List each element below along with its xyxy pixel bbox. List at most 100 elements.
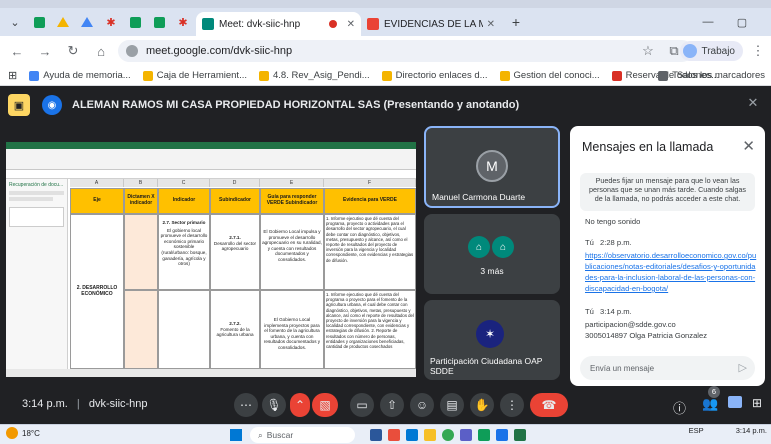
message-time: 2:28 p.m. (600, 238, 632, 247)
bookmark-item[interactable]: Directorio enlaces d... (381, 70, 488, 81)
sheets-tab-icon[interactable] (126, 13, 144, 31)
taskbar-app-icon[interactable] (370, 429, 382, 441)
unpin-icon[interactable]: ✕ (743, 95, 763, 115)
info-icon[interactable]: ⓘ (673, 398, 686, 417)
close-icon[interactable]: ✕ (742, 137, 755, 155)
microphone-button[interactable]: 🎙 (262, 393, 286, 417)
header-cell: Eje (70, 188, 124, 214)
taskbar-app-icon[interactable] (478, 429, 490, 441)
participant-tile-manuel[interactable]: M Manuel Carmona Duarte (424, 126, 560, 208)
drive-tab-icon[interactable] (54, 13, 72, 31)
column-header: E (260, 179, 324, 187)
pinned-app-icon[interactable]: ✱ (102, 13, 120, 31)
app-icon-1[interactable] (30, 13, 48, 31)
pinned-app-icon (611, 70, 622, 81)
message-line: participacion@sdde.gov.co (585, 320, 676, 329)
taskbar-search-label: Buscar (266, 430, 294, 440)
gmail-favicon-icon (367, 18, 379, 30)
layout-button[interactable]: ▤ (440, 393, 464, 417)
folder-icon (658, 70, 669, 81)
close-tab-icon[interactable]: ✕ (487, 19, 495, 30)
recovery-title: Recuperación de docu... (9, 182, 64, 188)
profile-label: Trabajo (701, 45, 735, 57)
more-options-button[interactable]: ⋮ (500, 393, 524, 417)
send-icon[interactable]: ▷ (739, 361, 747, 374)
drive-icon (259, 70, 269, 81)
taskbar-search[interactable]: ⌕ Buscar (250, 427, 355, 443)
taskbar-app-icon[interactable] (424, 429, 436, 441)
weather-icon (6, 427, 18, 439)
present-button[interactable]: ⇧ (380, 393, 404, 417)
header-cell: Subindicador (210, 188, 260, 214)
indicador-title: 2.7. Sector primario (162, 220, 206, 225)
maximize-icon[interactable]: ▢ (727, 8, 757, 36)
reload-icon[interactable]: ↻ (62, 40, 84, 62)
taskbar-app-icon[interactable] (460, 429, 472, 441)
activities-icon[interactable]: ⊞ (752, 396, 762, 410)
meeting-time: 3:14 p.m. (22, 398, 68, 410)
browser-tab-bar: ⌄ ✱ ✱ Meet: dvk-siic-hnp ✕ EVIDENCIAS DE… (0, 8, 771, 36)
taskbar-app-icon[interactable] (388, 429, 400, 441)
excel-ribbon (6, 142, 416, 170)
windows-taskbar: 18°C ⌕ Buscar ESP 3:14 p.m. (0, 424, 771, 444)
new-tab-button[interactable]: + (507, 13, 525, 31)
site-info-icon[interactable] (126, 45, 138, 57)
indicador-cell (158, 290, 210, 369)
chat-pin-note: Puedes fijar un mensaje para que lo vean… (580, 173, 755, 211)
forward-icon[interactable]: → (34, 40, 56, 62)
message-link[interactable]: https://observatorio.desarrolloeconomico… (585, 250, 757, 294)
message-line: 3005014897 Olga Patricia Gonzalez (585, 331, 708, 340)
drive-icon (142, 70, 153, 81)
chat-panel: Mensajes en la llamada ✕ Puedes fijar un… (570, 126, 765, 386)
home-icon[interactable]: ⌂ (90, 40, 112, 62)
raise-hand-button[interactable]: ✋ (470, 393, 494, 417)
participant-tile-oap[interactable]: ✶ Participación Ciudadana OAP SDDE (424, 300, 560, 380)
participant-tile-more[interactable]: ⌂ ⌂ 3 más (424, 214, 560, 294)
menu-icon[interactable]: ⋮ (747, 40, 769, 62)
people-icon[interactable]: 👥 (702, 396, 718, 412)
minimize-icon[interactable]: — (693, 8, 723, 36)
apps-grid-icon[interactable]: ⊞ (8, 69, 17, 82)
hang-up-button[interactable]: ☎ (530, 393, 568, 417)
tab-list-icon[interactable]: ⌄ (6, 13, 24, 31)
taskbar-app-icon[interactable] (496, 429, 508, 441)
chat-title: Mensajes en la llamada (582, 140, 714, 154)
header-cell: Evidencia para VERDE (324, 188, 416, 214)
profile-button[interactable]: Trabajo (680, 41, 743, 61)
drive-tab-icon-2[interactable] (78, 13, 96, 31)
presenter-avatar: ◉ (42, 95, 62, 115)
chat-icon[interactable] (728, 396, 742, 408)
excel-taskbar-icon[interactable] (514, 429, 526, 441)
sheets-tab-icon-2[interactable] (150, 13, 168, 31)
tab-meet[interactable]: Meet: dvk-siic-hnp ✕ (196, 12, 361, 36)
close-tab-icon[interactable]: ✕ (347, 19, 355, 30)
bookmark-star-icon[interactable]: ☆ (637, 40, 659, 62)
url-field[interactable]: meet.google.com/dvk-siic-hnp (118, 40, 693, 62)
back-icon[interactable]: ← (6, 40, 28, 62)
column-header: A (70, 179, 124, 187)
emoji-button[interactable]: ☺ (410, 393, 434, 417)
all-bookmarks[interactable]: Todos los marcadores (658, 70, 765, 81)
captions-button[interactable]: ▭ (350, 393, 374, 417)
weather-widget[interactable]: 18°C (6, 427, 40, 439)
tab-evidencias[interactable]: EVIDENCIAS DE LA MATRIZ HE ✕ (361, 12, 501, 36)
more-options-audio-button[interactable]: ⋯ (234, 393, 258, 417)
taskbar-app-icon[interactable] (406, 429, 418, 441)
bookmark-item[interactable]: Ayuda de memoria... (29, 70, 131, 81)
camera-chevron-button[interactable]: ⌃ (290, 393, 310, 417)
system-tray[interactable]: ESP 3:14 p.m. (689, 426, 767, 435)
bookmark-item[interactable]: 4.8. Rev_Asig_Pendi... (259, 70, 370, 81)
chrome-taskbar-icon[interactable] (442, 429, 454, 441)
chat-input[interactable]: Envía un mensaje ▷ (580, 356, 755, 380)
chat-message: Tú 3:14 p.m. participacion@sdde.gov.co 3… (585, 306, 757, 341)
message-time: 3:14 p.m. (600, 307, 632, 316)
camera-off-button[interactable]: ▧ (312, 393, 338, 417)
subindicador-cell: 2.7.1. Desarrollo del sector agropecuari… (210, 214, 260, 290)
windows-start-icon[interactable] (230, 429, 242, 441)
bookmark-item[interactable]: Gestion del conoci... (499, 70, 600, 81)
presented-spreadsheet: Recuperación de docu... A B C D E F Eje … (6, 142, 416, 377)
pinned-app-icon-2[interactable]: ✱ (174, 13, 192, 31)
bookmark-item[interactable]: Caja de Herramient... (142, 70, 247, 81)
stop-presenting-icon[interactable]: ▣ (8, 94, 30, 116)
column-header: D (210, 179, 260, 187)
